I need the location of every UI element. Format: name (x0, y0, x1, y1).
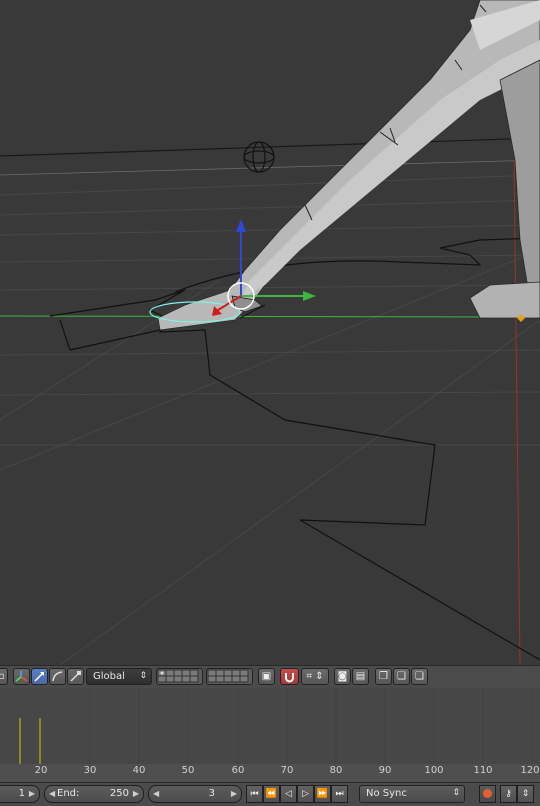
view-menu-button[interactable]: ▫ (0, 668, 8, 685)
render-icon: ◙ (337, 671, 348, 682)
timeline-footer: 1 ▶ ◀ End: 250 ▶ ◀ 3 ▶ ⏮ ⏪ ◁ ▷ ⏩ ⏭ No Sy… (0, 782, 540, 806)
next-keyframe-icon: ⏩ (316, 789, 329, 799)
character-leg-mesh[interactable] (157, 0, 540, 331)
viewport-scene (0, 0, 540, 665)
scale-icon (68, 669, 83, 684)
render-anim-button[interactable]: ▤ (352, 668, 369, 685)
play-button[interactable]: ▷ (297, 785, 314, 803)
x-axis-line (513, 159, 521, 665)
start-frame-value: 1 (18, 788, 25, 799)
ruler-label: 40 (132, 765, 146, 776)
timeline-editor[interactable]: 20 30 40 50 60 70 80 90 100 110 120 (0, 688, 540, 782)
manipulator-toggle[interactable] (13, 668, 30, 685)
end-frame-value: 250 (109, 788, 129, 799)
play-icon: ▷ (302, 789, 309, 799)
keying-set-button[interactable]: ⚷ (500, 785, 517, 803)
increment-arrow-icon[interactable]: ▶ (231, 786, 237, 802)
ruler-label: 120 (520, 765, 540, 776)
translate-icon (32, 669, 47, 684)
3d-viewport[interactable] (0, 0, 540, 665)
decrement-arrow-icon[interactable]: ◀ (153, 786, 159, 802)
ruler-label: 100 (424, 765, 444, 776)
increment-arrow-icon[interactable]: ▶ (29, 786, 35, 802)
ruler-label: 60 (231, 765, 245, 776)
play-reverse-button[interactable]: ◁ (280, 785, 297, 803)
snap-grid-icon: ⌗ ⇕ (306, 671, 324, 682)
ruler-label: 70 (280, 765, 294, 776)
menu-icon: ▫ (0, 671, 5, 682)
dropdown-arrow-icon: ⇕ (452, 788, 460, 798)
outline-curve (49, 237, 540, 661)
copy-pose-button[interactable]: ❐ (375, 668, 392, 685)
paste-flipped-button[interactable]: ❏ (411, 668, 428, 685)
layers-block-1[interactable] (156, 668, 203, 685)
ruler-label: 30 (83, 765, 97, 776)
transform-orientation-dropdown[interactable]: Global ⇕ (86, 668, 152, 685)
auto-keying-button[interactable] (479, 785, 496, 803)
layers-block-2[interactable] (206, 668, 253, 685)
ruler-label: 110 (473, 765, 493, 776)
translate-manipulator-button[interactable] (31, 668, 48, 685)
chevron-icon: ⇕ (521, 789, 530, 799)
play-reverse-icon: ◁ (285, 789, 292, 799)
ruler-label: 90 (378, 765, 392, 776)
ruler-label: 80 (329, 765, 343, 776)
paste-icon: ❏ (397, 671, 406, 682)
lock-layers-button[interactable]: ▣ (258, 668, 275, 685)
copy-icon: ❐ (379, 671, 388, 682)
timeline-grid (0, 688, 540, 782)
jump-end-icon: ⏭ (335, 789, 344, 799)
current-frame-value: 3 (208, 788, 215, 799)
dropdown-arrow-icon: ⇕ (139, 671, 147, 681)
scale-manipulator-button[interactable] (67, 668, 84, 685)
next-keyframe-button[interactable]: ⏩ (314, 785, 331, 803)
paste-flipped-icon: ❏ (415, 671, 424, 682)
layers-grid-icon (157, 669, 202, 684)
jump-start-icon: ⏮ (250, 789, 259, 799)
keying-set-menu[interactable]: ⇕ (517, 785, 534, 803)
jump-start-button[interactable]: ⏮ (246, 785, 263, 803)
record-icon (483, 789, 492, 798)
increment-arrow-icon[interactable]: ▶ (133, 786, 139, 802)
sync-mode-dropdown[interactable]: No Sync ⇕ (359, 785, 465, 803)
snap-element-dropdown[interactable]: ⌗ ⇕ (301, 668, 329, 685)
ruler-label: 50 (181, 765, 195, 776)
rotate-icon (50, 669, 65, 684)
prev-keyframe-icon: ⏪ (265, 789, 278, 799)
end-frame-label: End: (57, 788, 80, 799)
prev-keyframe-button[interactable]: ⏪ (263, 785, 280, 803)
jump-end-button[interactable]: ⏭ (331, 785, 348, 803)
paste-pose-button[interactable]: ❏ (393, 668, 410, 685)
clapper-icon: ▤ (355, 671, 366, 682)
magnet-icon (281, 669, 298, 684)
sync-mode-label: No Sync (366, 788, 407, 799)
snap-toggle-button[interactable] (280, 668, 299, 685)
keying-icon: ⚷ (505, 789, 512, 799)
ruler-label: 20 (34, 765, 48, 776)
layers-grid-icon (207, 669, 252, 684)
current-frame-field[interactable]: ◀ 3 ▶ (148, 785, 242, 803)
rotate-manipulator-button[interactable] (49, 668, 66, 685)
orientation-label: Global (93, 671, 125, 682)
end-frame-field[interactable]: ◀ End: 250 ▶ (44, 785, 144, 803)
view3d-header: ▫ Global ⇕ ▣ ⌗ ⇕ ◙ ▤ ❐ ❏ ❏ (0, 665, 540, 689)
y-axis-line (0, 315, 540, 318)
decrement-arrow-icon[interactable]: ◀ (49, 786, 55, 802)
lock-icon: ▣ (261, 671, 272, 682)
manipulator-icon (14, 669, 29, 684)
start-frame-field[interactable]: 1 ▶ (0, 785, 40, 803)
render-button[interactable]: ◙ (334, 668, 351, 685)
